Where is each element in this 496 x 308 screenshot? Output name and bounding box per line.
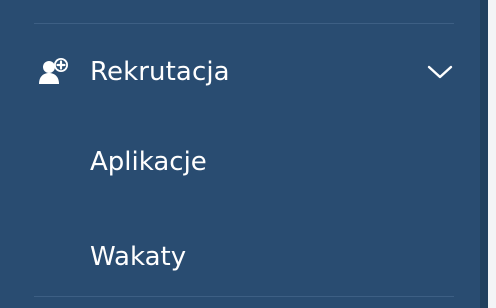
sidebar-edge [480, 0, 488, 308]
sidebar-item-label: Aplikacje [90, 147, 207, 177]
chevron-down-icon[interactable] [426, 62, 454, 82]
sidebar-item-aplikacje[interactable]: Aplikacje [0, 137, 480, 189]
sidebar: Rekrutacja Aplikacje Wakaty [0, 0, 480, 308]
add-user-icon [37, 56, 73, 86]
sidebar-section-label: Rekrutacja [90, 57, 230, 87]
divider [34, 23, 454, 24]
sidebar-item-wakaty[interactable]: Wakaty [0, 232, 480, 284]
sidebar-section-rekrutacja[interactable]: Rekrutacja [0, 46, 480, 100]
divider [34, 296, 454, 297]
sidebar-item-label: Wakaty [90, 242, 187, 272]
